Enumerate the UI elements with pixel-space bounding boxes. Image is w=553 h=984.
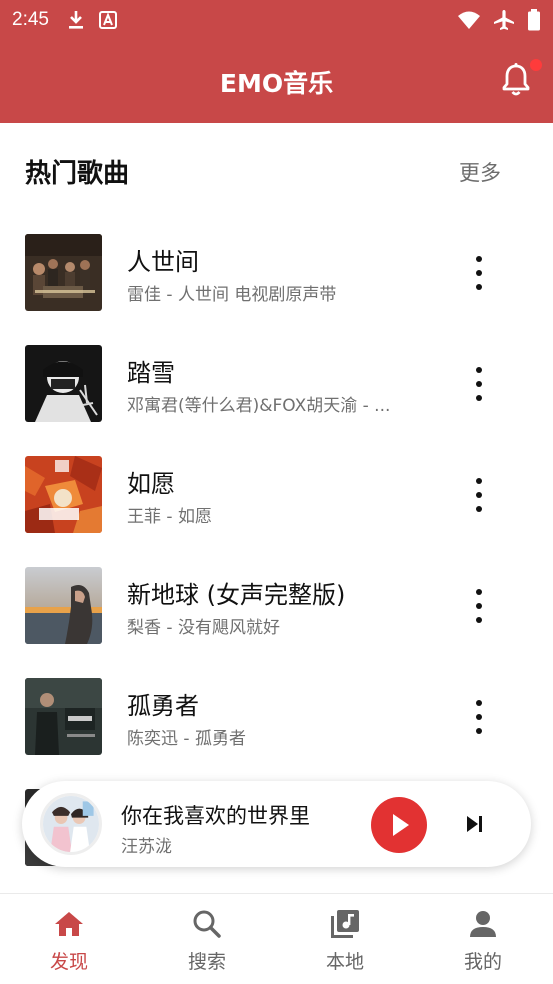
main-content: 热门歌曲 更多 人世间 雷佳 - 人世间 电视剧原声带 踏雪 邓寓君(等什么君)… xyxy=(0,123,553,893)
person-icon xyxy=(470,911,496,937)
now-playing-title: 你在我喜欢的世界里 xyxy=(121,804,310,828)
more-options-icon[interactable] xyxy=(468,256,490,290)
more-options-icon[interactable] xyxy=(468,478,490,512)
notification-bell-icon[interactable] xyxy=(500,62,532,98)
home-icon xyxy=(55,912,83,936)
song-artist-album: 雷佳 - 人世间 电视剧原声带 xyxy=(127,285,337,305)
wifi-icon xyxy=(458,11,480,29)
now-playing-cover xyxy=(40,793,102,855)
app-title: EMO音乐 xyxy=(219,69,334,98)
song-title: 新地球 (女声完整版) xyxy=(127,581,346,609)
play-button[interactable] xyxy=(371,797,427,853)
battery-icon xyxy=(528,9,540,31)
more-link[interactable]: 更多 xyxy=(459,157,501,187)
album-cover xyxy=(25,678,102,755)
nav-item-search[interactable]: 搜索 xyxy=(138,894,276,984)
nav-label: 搜索 xyxy=(187,951,226,973)
nav-label: 发现 xyxy=(49,951,88,973)
notification-badge xyxy=(530,59,542,71)
song-row[interactable]: 孤勇者 陈奕迅 - 孤勇者 xyxy=(0,678,553,789)
status-system-icons xyxy=(457,9,541,31)
status-time: 2:45 xyxy=(12,9,49,30)
play-icon xyxy=(393,814,409,836)
more-options-icon[interactable] xyxy=(468,589,490,623)
song-title: 踏雪 xyxy=(127,359,175,387)
download-icon xyxy=(68,11,83,29)
song-row[interactable]: 人世间 雷佳 - 人世间 电视剧原声带 xyxy=(0,234,553,345)
song-artist-album: 陈奕迅 - 孤勇者 xyxy=(127,729,246,749)
nav-label: 本地 xyxy=(325,951,364,973)
song-title: 孤勇者 xyxy=(127,692,199,720)
bottom-nav: 发现 搜索 本地 我的 xyxy=(0,893,553,984)
skip-next-icon[interactable] xyxy=(463,812,487,836)
more-options-icon[interactable] xyxy=(468,700,490,734)
nav-label: 我的 xyxy=(463,951,502,973)
app-header: EMO音乐 xyxy=(0,40,553,123)
song-artist-album: 邓寓君(等什么君)&FOX胡天渝 - ... xyxy=(127,396,391,416)
album-cover xyxy=(25,345,102,422)
search-icon xyxy=(193,910,221,938)
library-music-icon xyxy=(331,910,359,938)
more-options-icon[interactable] xyxy=(468,367,490,401)
status-notification-icons xyxy=(67,10,117,30)
song-title: 如愿 xyxy=(127,470,175,498)
section-title: 热门歌曲 xyxy=(25,159,130,189)
song-artist-album: 梨香 - 没有飓风就好 xyxy=(127,618,280,638)
album-cover xyxy=(25,234,102,311)
status-bar: 2:45 xyxy=(0,0,553,40)
now-playing-artist: 汪苏泷 xyxy=(121,837,172,857)
nav-item-local[interactable]: 本地 xyxy=(276,894,414,984)
app-notification-icon xyxy=(98,11,117,29)
song-row[interactable]: 踏雪 邓寓君(等什么君)&FOX胡天渝 - ... xyxy=(0,345,553,456)
nav-item-mine[interactable]: 我的 xyxy=(414,894,552,984)
nav-item-discover[interactable]: 发现 xyxy=(0,894,138,984)
mini-player[interactable]: 你在我喜欢的世界里 汪苏泷 xyxy=(22,781,531,867)
song-artist-album: 王菲 - 如愿 xyxy=(127,507,212,527)
album-cover xyxy=(25,456,102,533)
song-row[interactable]: 如愿 王菲 - 如愿 xyxy=(0,456,553,567)
song-row[interactable]: 新地球 (女声完整版) 梨香 - 没有飓风就好 xyxy=(0,567,553,678)
airplane-icon xyxy=(494,10,514,30)
song-title: 人世间 xyxy=(127,248,199,276)
album-cover xyxy=(25,567,102,644)
